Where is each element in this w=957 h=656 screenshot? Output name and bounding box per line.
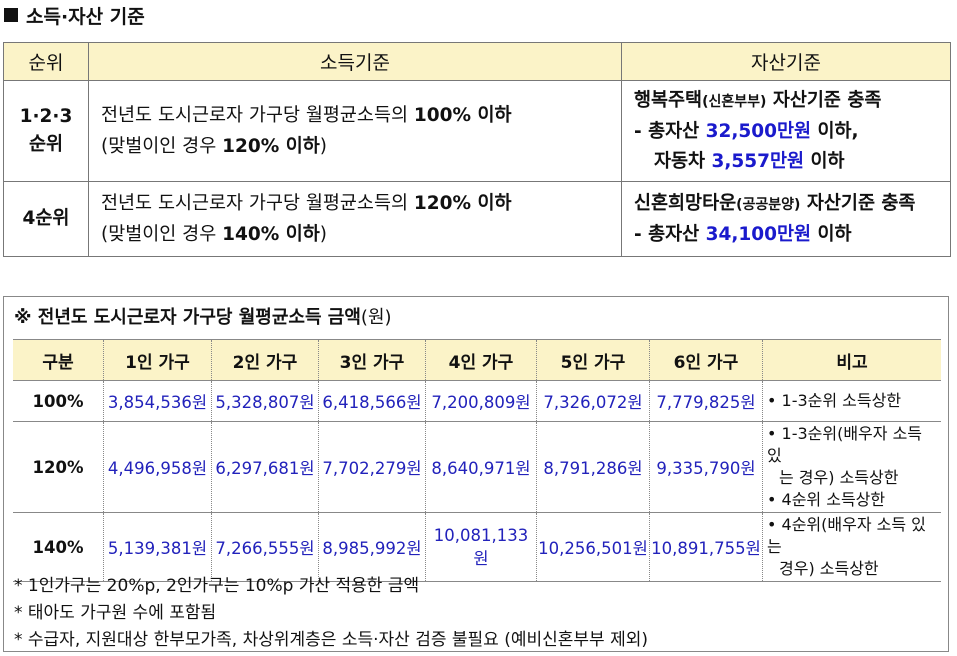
amount-cell: 3,854,536원	[103, 380, 212, 422]
header-cell: 1인 가구	[103, 339, 212, 381]
amount-cell: 6,418,566원	[318, 380, 426, 422]
amount-cell: 5,328,807원	[211, 380, 319, 422]
income-cell: 전년도 도시근로자 가구당 월평균소득의 120% 이하 (맞벌이인 경우 14…	[88, 181, 622, 257]
amount-row: 100% 3,854,536원 5,328,807원 6,418,566원 7,…	[13, 380, 941, 422]
amount-header-row: 구분 1인 가구 2인 가구 3인 가구 4인 가구 5인 가구 6인 가구 비…	[13, 339, 941, 381]
rank-label: 순위	[28, 134, 64, 155]
footnote: * 태아도 가구원 수에 포함됨	[14, 603, 217, 623]
asset-title-sub: (신혼부부)	[702, 93, 767, 110]
income-amount-box: ※ 전년도 도시근로자 가구당 월평균소득 금액(원) 구분 1인 가구 2인 …	[3, 296, 949, 652]
asset-text: 이하	[804, 150, 845, 172]
asset-text: 이하,	[811, 120, 859, 142]
box-title: ※ 전년도 도시근로자 가구당 월평균소득 금액(원)	[14, 303, 392, 329]
income-text: )	[319, 224, 327, 245]
header-cell: 4인 가구	[425, 339, 537, 381]
asset-cell: 행복주택(신혼부부) 자산기준 충족 - 총자산 32,500만원 이하, 자동…	[621, 80, 951, 182]
note-text: 는 경우) 소득상한	[779, 468, 899, 487]
criteria-row: 4순위 전년도 도시근로자 가구당 월평균소득의 120% 이하 (맞벌이인 경…	[3, 181, 951, 257]
amount-cell: 7,326,072원	[536, 380, 650, 422]
level-cell: 100%	[13, 380, 104, 422]
amount-cell: 6,297,681원	[211, 421, 319, 513]
amount-cell: 10,081,133원	[425, 512, 537, 582]
header-cell: 3인 가구	[318, 339, 426, 381]
asset-value: 3,557만원	[711, 150, 805, 172]
income-amount-table: 구분 1인 가구 2인 가구 3인 가구 4인 가구 5인 가구 6인 가구 비…	[13, 339, 941, 582]
note-text: • 1-3순위(배우자 소득 있	[767, 424, 923, 465]
criteria-table: 순위 소득기준 자산기준 1·2·3 순위 전년도 도시근로자 가구당 월평균소…	[3, 42, 951, 257]
asset-title-sub: (공공분양)	[736, 196, 801, 213]
income-limit: 120% 이하	[222, 136, 320, 157]
rank-label: 1·2·3	[19, 106, 73, 127]
asset-title: 신혼희망타운	[634, 192, 737, 214]
amount-cell: 8,791,286원	[536, 421, 650, 513]
income-text: )	[319, 136, 327, 157]
box-title-text: ※ 전년도 도시근로자 가구당 월평균소득 금액	[14, 307, 361, 328]
amount-cell: 8,640,971원	[425, 421, 537, 513]
criteria-header-row: 순위 소득기준 자산기준	[3, 42, 951, 81]
income-text: 전년도 도시근로자 가구당 월평균소득의	[101, 105, 414, 126]
income-text: (맞벌이인 경우	[101, 136, 223, 157]
asset-title: 자산기준 충족	[766, 89, 882, 111]
header-cell: 2인 가구	[211, 339, 319, 381]
header-rank: 순위	[3, 42, 89, 81]
header-asset: 자산기준	[621, 42, 951, 81]
asset-value: 34,100만원	[705, 223, 812, 245]
income-limit: 140% 이하	[222, 224, 320, 245]
criteria-row: 1·2·3 순위 전년도 도시근로자 가구당 월평균소득의 100% 이하 (맞…	[3, 80, 951, 182]
footnote: * 1인가구는 20%p, 2인가구는 10%p 가산 적용한 금액	[14, 576, 420, 596]
amount-cell: 9,335,790원	[649, 421, 763, 513]
note-cell: • 4순위(배우자 소득 있는 경우) 소득상한	[762, 512, 941, 582]
note-text: 경우) 소득상한	[779, 559, 879, 578]
box-title-unit: (원)	[360, 307, 392, 328]
asset-title: 행복주택	[634, 89, 703, 111]
amount-cell: 7,200,809원	[425, 380, 537, 422]
section-title: 소득·자산 기준	[4, 2, 145, 28]
asset-text: 이하	[811, 223, 852, 245]
note-text: • 1-3순위 소득상한	[767, 391, 902, 410]
amount-cell: 7,702,279원	[318, 421, 426, 513]
header-cell: 5인 가구	[536, 339, 650, 381]
note-cell: • 1-3순위(배우자 소득 있 는 경우) 소득상한 • 4순위 소득상한	[762, 421, 941, 513]
level-cell: 120%	[13, 421, 104, 513]
asset-text: - 총자산	[634, 223, 706, 245]
asset-cell: 신혼희망타운(공공분양) 자산기준 충족 - 총자산 34,100만원 이하	[621, 181, 951, 257]
amount-cell: 10,256,501원	[536, 512, 650, 582]
amount-cell: 10,891,755원	[649, 512, 763, 582]
amount-cell: 7,779,825원	[649, 380, 763, 422]
asset-value: 32,500만원	[705, 120, 812, 142]
rank-label: 4순위	[22, 208, 70, 229]
section-title-text: 소득·자산 기준	[26, 5, 145, 28]
asset-text: 자동차	[654, 150, 712, 172]
income-limit: 120% 이하	[413, 193, 512, 214]
header-cell: 비고	[762, 339, 941, 381]
note-cell: • 1-3순위 소득상한	[762, 380, 941, 422]
rank-cell: 4순위	[3, 181, 89, 257]
income-text: (맞벌이인 경우	[101, 224, 223, 245]
asset-title: 자산기준 충족	[800, 192, 916, 214]
amount-row: 120% 4,496,958원 6,297,681원 7,702,279원 8,…	[13, 421, 941, 513]
income-cell: 전년도 도시근로자 가구당 월평균소득의 100% 이하 (맞벌이인 경우 12…	[88, 80, 622, 182]
rank-cell: 1·2·3 순위	[3, 80, 89, 182]
header-cell: 6인 가구	[649, 339, 763, 381]
footnote: * 수급자, 지원대상 한부모가족, 차상위계층은 소득·자산 검증 불필요 (…	[14, 630, 649, 650]
amount-cell: 4,496,958원	[103, 421, 212, 513]
income-limit: 100% 이하	[413, 105, 512, 126]
square-bullet-icon	[4, 8, 18, 22]
header-cell: 구분	[13, 339, 104, 381]
note-text: • 4순위 소득상한	[767, 490, 886, 509]
header-income: 소득기준	[88, 42, 622, 81]
asset-text: - 총자산	[634, 120, 706, 142]
income-text: 전년도 도시근로자 가구당 월평균소득의	[101, 193, 414, 214]
note-text: • 4순위(배우자 소득 있는	[767, 515, 926, 556]
